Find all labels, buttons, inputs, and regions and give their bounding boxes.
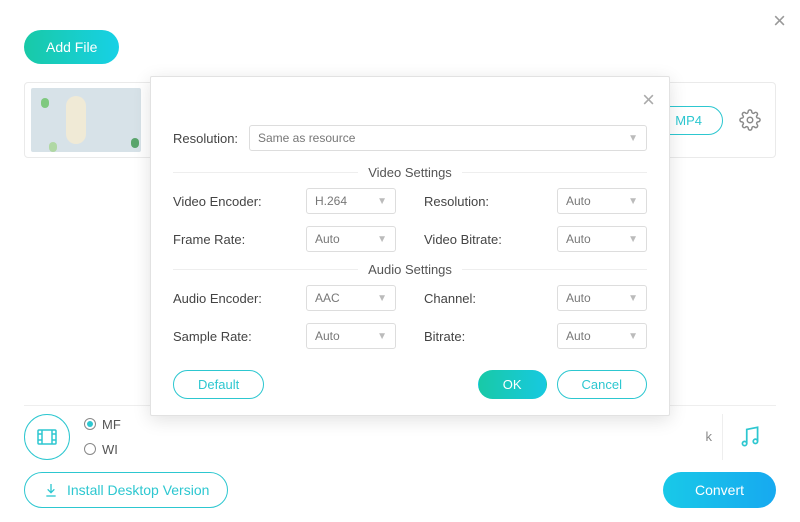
- video-encoder-label: Video Encoder:: [173, 194, 300, 209]
- window-close-icon[interactable]: ×: [773, 8, 786, 34]
- resolution-label: Resolution:: [173, 131, 241, 146]
- cancel-button[interactable]: Cancel: [557, 370, 647, 399]
- video-bitrate-label: Video Bitrate:: [424, 232, 551, 247]
- select-value: Auto: [566, 291, 591, 305]
- footer: Install Desktop Version Convert: [24, 472, 776, 508]
- install-label: Install Desktop Version: [67, 482, 209, 498]
- chevron-down-icon: ▼: [377, 234, 387, 245]
- video-bitrate-select[interactable]: Auto ▼: [557, 226, 647, 252]
- chevron-down-icon: ▼: [377, 293, 387, 304]
- chevron-down-icon: ▼: [628, 133, 638, 144]
- default-button[interactable]: Default: [173, 370, 264, 399]
- format-radio-wi[interactable]: WI: [84, 442, 121, 457]
- audio-mode-icon[interactable]: [722, 414, 776, 460]
- filmstrip-icon: [24, 414, 70, 460]
- channel-label: Channel:: [424, 291, 551, 306]
- install-desktop-button[interactable]: Install Desktop Version: [24, 472, 228, 508]
- video-resolution-select[interactable]: Auto ▼: [557, 188, 647, 214]
- select-value: Auto: [566, 329, 591, 343]
- radio-icon: [84, 418, 96, 430]
- video-resolution-label: Resolution:: [424, 194, 551, 209]
- resolution-select[interactable]: Same as resource ▼: [249, 125, 647, 151]
- select-value: Auto: [315, 232, 340, 246]
- settings-dialog: × Resolution: Same as resource ▼ Video S…: [150, 76, 670, 416]
- audio-bitrate-label: Bitrate:: [424, 329, 551, 344]
- chevron-down-icon: ▼: [628, 196, 638, 207]
- audio-bitrate-select[interactable]: Auto ▼: [557, 323, 647, 349]
- video-thumbnail: [31, 88, 141, 152]
- chevron-down-icon: ▼: [628, 234, 638, 245]
- frame-rate-label: Frame Rate:: [173, 232, 300, 247]
- select-value: Auto: [566, 194, 591, 208]
- channel-select[interactable]: Auto ▼: [557, 285, 647, 311]
- chevron-down-icon: ▼: [377, 331, 387, 342]
- audio-settings-title: Audio Settings: [358, 262, 462, 277]
- chevron-down-icon: ▼: [377, 196, 387, 207]
- frame-rate-select[interactable]: Auto ▼: [306, 226, 396, 252]
- chevron-down-icon: ▼: [628, 331, 638, 342]
- radio-label: MF: [102, 417, 121, 432]
- select-value: Same as resource: [258, 131, 355, 145]
- partial-text: k: [706, 429, 713, 444]
- dialog-close-icon[interactable]: ×: [642, 87, 655, 113]
- video-encoder-select[interactable]: H.264 ▼: [306, 188, 396, 214]
- sample-rate-label: Sample Rate:: [173, 329, 300, 344]
- audio-encoder-select[interactable]: AAC ▼: [306, 285, 396, 311]
- video-settings-title: Video Settings: [358, 165, 462, 180]
- select-value: Auto: [566, 232, 591, 246]
- format-radio-group: MF WI: [84, 417, 121, 457]
- ok-button[interactable]: OK: [478, 370, 547, 399]
- audio-encoder-label: Audio Encoder:: [173, 291, 300, 306]
- select-value: Auto: [315, 329, 340, 343]
- chevron-down-icon: ▼: [628, 293, 638, 304]
- convert-button[interactable]: Convert: [663, 472, 776, 508]
- settings-gear-icon[interactable]: [739, 109, 761, 131]
- radio-icon: [84, 443, 96, 455]
- select-value: AAC: [315, 291, 340, 305]
- format-radio-mp[interactable]: MF: [84, 417, 121, 432]
- sample-rate-select[interactable]: Auto ▼: [306, 323, 396, 349]
- radio-label: WI: [102, 442, 118, 457]
- select-value: H.264: [315, 194, 347, 208]
- download-icon: [43, 482, 59, 498]
- add-file-button[interactable]: Add File: [24, 30, 119, 64]
